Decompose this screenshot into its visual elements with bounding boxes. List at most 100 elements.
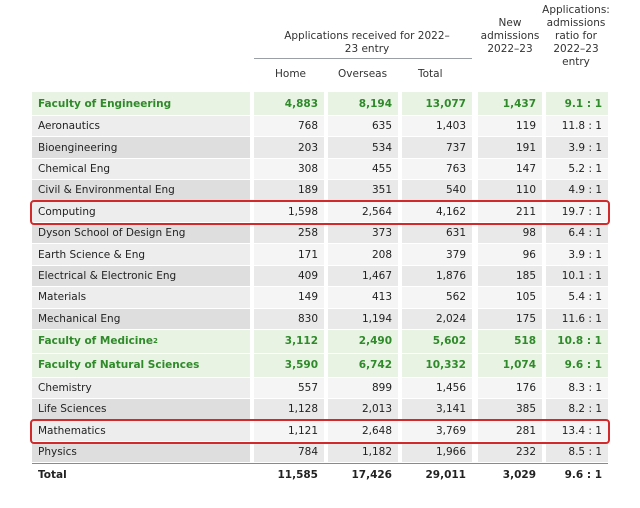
ratio-cell: 5.2 : 1 — [546, 158, 608, 181]
total-cell: 1,876 — [402, 265, 472, 288]
row-label-text: Earth Science & Eng — [38, 248, 146, 261]
total-cell: 1,403 — [402, 116, 472, 138]
total-cell: 13,077 — [402, 92, 472, 116]
total-cell: 3,769 — [402, 420, 472, 443]
home-cell: 1,121 — [254, 420, 324, 443]
row-label-text: Total — [38, 468, 67, 481]
total-cell: 1,456 — [402, 377, 472, 400]
admissions-cell: 96 — [478, 244, 542, 266]
row-label: Faculty of Engineering — [32, 92, 250, 116]
row-label: Mechanical Eng — [32, 308, 250, 330]
row-label-text: Chemical Eng — [38, 162, 111, 175]
ratio-header: Applications: admissions ratio for 2022–… — [542, 4, 610, 68]
total-cell: 4,162 — [402, 201, 472, 223]
row-label: Bioengineering — [32, 137, 250, 159]
total-cell: 379 — [402, 244, 472, 266]
home-cell: 409 — [254, 265, 324, 288]
overseas-cell: 534 — [328, 137, 398, 159]
row-label: Materials — [32, 287, 250, 309]
table-row: Aeronautics 768 635 1,403 119 11.8 : 1 — [32, 116, 608, 138]
home-cell: 149 — [254, 287, 324, 309]
total-cell: 763 — [402, 158, 472, 181]
table-row: Chemistry 557 899 1,456 176 8.3 : 1 — [32, 377, 608, 400]
ratio-cell: 8.5 : 1 — [546, 442, 608, 464]
row-label-text: Mathematics — [38, 424, 106, 437]
table-row: Physics 784 1,182 1,966 232 8.5 : 1 — [32, 442, 608, 464]
row-label-text: Aeronautics — [38, 120, 100, 133]
admissions-cell: 119 — [478, 116, 542, 138]
overseas-cell: 1,194 — [328, 308, 398, 330]
total-cell: 631 — [402, 222, 472, 245]
overseas-cell: 351 — [328, 180, 398, 202]
home-cell: 3,590 — [254, 353, 324, 378]
ratio-cell: 5.4 : 1 — [546, 287, 608, 309]
row-label-text: Chemistry — [38, 382, 92, 395]
home-cell: 1,598 — [254, 201, 324, 223]
ratio-cell: 3.9 : 1 — [546, 137, 608, 159]
row-label-text: Physics — [38, 446, 77, 459]
home-cell: 1,128 — [254, 399, 324, 421]
home-cell: 189 — [254, 180, 324, 202]
home-cell: 203 — [254, 137, 324, 159]
table-row: Dyson School of Design Eng 258 373 631 98 6.4… — [32, 222, 608, 245]
table-row: Earth Science & Eng 171 208 379 96 3.9 : 1 — [32, 244, 608, 266]
table-row: Civil & Environmental Eng 189 351 540 110 4.9… — [32, 180, 608, 202]
footnote-marker: 2 — [153, 337, 158, 346]
total-cell: 1,966 — [402, 442, 472, 464]
table-row: Mechanical Eng 830 1,194 2,024 175 11.6 : 1 — [32, 308, 608, 330]
home-cell: 11,585 — [254, 464, 324, 486]
table-row: Materials 149 413 562 105 5.4 : 1 — [32, 287, 608, 309]
ratio-cell: 10.8 : 1 — [546, 329, 608, 354]
row-label: Earth Science & Eng — [32, 244, 250, 266]
home-column-header: Home — [275, 68, 307, 80]
overseas-cell: 2,490 — [328, 329, 398, 354]
new-admissions-header: New admissions 2022–23 — [480, 17, 540, 55]
overseas-cell: 208 — [328, 244, 398, 266]
table-row: Chemical Eng 308 455 763 147 5.2 : 1 — [32, 158, 608, 181]
overseas-cell: 17,426 — [328, 464, 398, 486]
home-cell: 557 — [254, 377, 324, 400]
overseas-cell: 2,013 — [328, 399, 398, 421]
admissions-cell: 175 — [478, 308, 542, 330]
admissions-cell: 518 — [478, 329, 542, 354]
table-row: Life Sciences 1,128 2,013 3,141 385 8.2 : 1 — [32, 399, 608, 421]
faculty-row: Faculty of Natural Sciences 3,590 6,742 10,… — [32, 353, 608, 378]
row-label-text: Faculty of Natural Sciences — [38, 359, 200, 372]
row-label: Life Sciences — [32, 399, 250, 421]
admissions-cell: 211 — [478, 201, 542, 223]
home-cell: 784 — [254, 442, 324, 464]
row-label-text: Bioengineering — [38, 141, 118, 154]
total-cell: 10,332 — [402, 353, 472, 378]
faculty-row: Faculty of Engineering 4,883 8,194 13,077 1,… — [32, 92, 608, 116]
ratio-cell: 10.1 : 1 — [546, 265, 608, 288]
row-label-text: Materials — [38, 291, 87, 304]
ratio-cell: 9.6 : 1 — [546, 353, 608, 378]
total-cell: 2,024 — [402, 308, 472, 330]
ratio-cell: 8.3 : 1 — [546, 377, 608, 400]
home-cell: 258 — [254, 222, 324, 245]
total-row: Total 11,585 17,426 29,011 3,029 9.6 : 1 — [32, 463, 608, 486]
row-label-text: Electrical & Electronic Eng — [38, 269, 177, 282]
total-cell: 562 — [402, 287, 472, 309]
total-cell: 3,141 — [402, 399, 472, 421]
admissions-cell: 185 — [478, 265, 542, 288]
home-cell: 308 — [254, 158, 324, 181]
admissions-cell: 1,437 — [478, 92, 542, 116]
row-label-text: Dyson School of Design Eng — [38, 227, 186, 240]
admissions-cell: 3,029 — [478, 464, 542, 486]
ratio-cell: 8.2 : 1 — [546, 399, 608, 421]
home-cell: 171 — [254, 244, 324, 266]
overseas-cell: 2,564 — [328, 201, 398, 223]
row-label: Faculty of Medicine 2 — [32, 329, 250, 354]
overseas-cell: 8,194 — [328, 92, 398, 116]
home-cell: 768 — [254, 116, 324, 138]
overseas-column-header: Overseas — [338, 68, 388, 80]
admissions-cell: 232 — [478, 442, 542, 464]
overseas-cell: 635 — [328, 116, 398, 138]
ratio-cell: 6.4 : 1 — [546, 222, 608, 245]
ratio-cell: 11.6 : 1 — [546, 308, 608, 330]
admissions-cell: 98 — [478, 222, 542, 245]
ratio-cell: 13.4 : 1 — [546, 420, 608, 443]
admissions-cell: 1,074 — [478, 353, 542, 378]
row-label: Physics — [32, 442, 250, 464]
